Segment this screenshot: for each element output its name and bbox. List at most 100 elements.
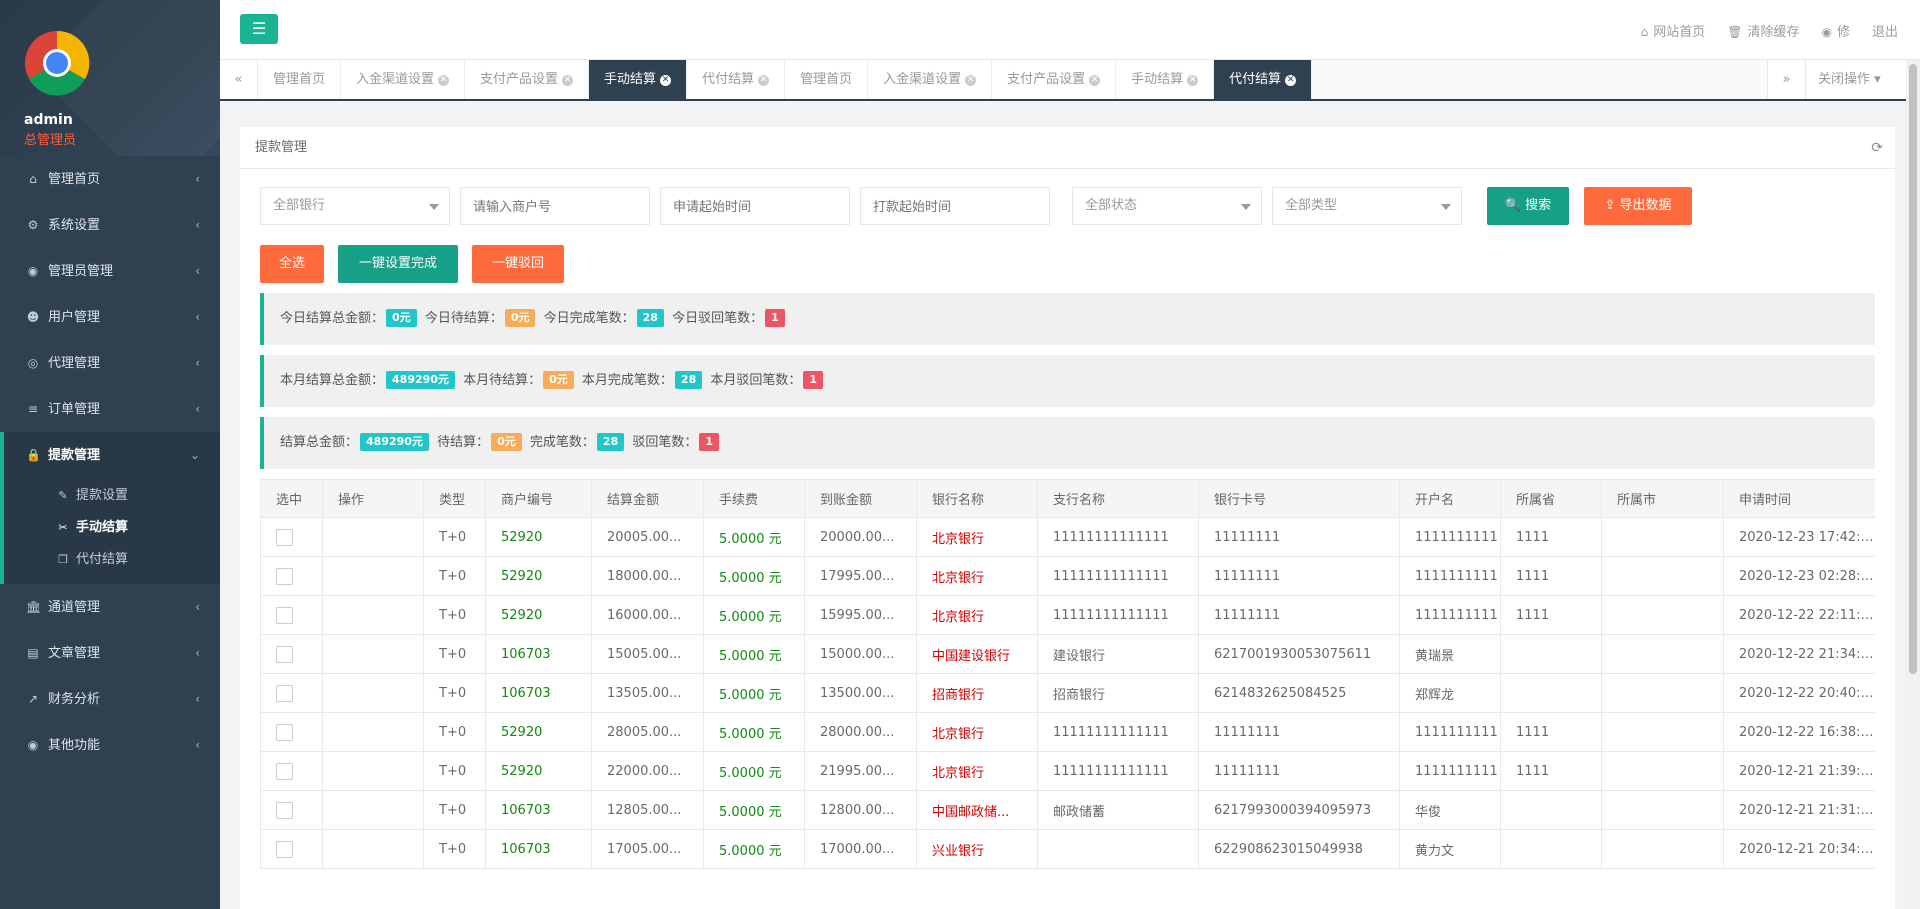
table-row[interactable]: T+0 106703 13505.00... 5.0000 元 13500.00... 招… (260, 673, 1875, 713)
clone-icon: ❐ (58, 553, 68, 566)
clear-cache-link[interactable]: 🗑 清除缓存 (1727, 21, 1799, 40)
sidebar-item-system-settings[interactable]: ⚙ 系统设置 ‹ (0, 202, 220, 248)
tab-payment-product-settings-2[interactable]: 支付产品设置 ✕ (992, 60, 1117, 99)
type-select[interactable]: 全部类型 (1272, 187, 1462, 225)
row-checkbox[interactable] (276, 645, 293, 663)
bank-select[interactable]: 全部银行 (260, 187, 450, 225)
cell-col-select[interactable] (260, 751, 323, 791)
tab-payment-product-settings[interactable]: 支付产品设置 ✕ (465, 60, 590, 99)
close-icon[interactable]: ✕ (1187, 75, 1199, 86)
row-checkbox[interactable] (276, 840, 293, 858)
table-row[interactable]: T+0 52920 28005.00... 5.0000 元 28000.00... 北京… (260, 712, 1875, 752)
sidebar-item-agent-management[interactable]: ◎ 代理管理 ‹ (0, 340, 220, 386)
sidebar-subitem-manual-settlement[interactable]: ✂ 手动结算 (4, 512, 220, 544)
close-icon[interactable]: ✕ (438, 75, 450, 86)
cell-col-select[interactable] (260, 556, 323, 596)
row-checkbox[interactable] (276, 606, 293, 624)
table-header-row: 选中 操作 类型 商户编号 结算金额 手续费 到账金额 银行名称 支行名称 银行卡号 开户名 所属省所… (260, 479, 1875, 518)
search-button[interactable]: 🔍 搜索 (1487, 187, 1569, 225)
close-icon[interactable]: ✕ (1089, 75, 1101, 86)
row-checkbox[interactable] (276, 528, 293, 546)
site-home-link[interactable]: ⌂ 网站首页 (1641, 21, 1706, 40)
tab-manual-settlement-2[interactable]: 手动结算 ✕ (1116, 60, 1215, 99)
type-select-value: 全部类型 (1285, 198, 1338, 213)
close-icon[interactable]: ✕ (758, 75, 770, 86)
cell-col-branch-name: 招商银行 (1037, 673, 1199, 713)
sidebar-item-channel-management[interactable]: 🏛 通道管理 ‹ (0, 584, 220, 630)
refresh-icon[interactable]: ⟳ (1871, 127, 1883, 169)
sidebar-item-user-management[interactable]: ☻ 用户管理 ‹ (0, 294, 220, 340)
table-row[interactable]: T+0 106703 15005.00... 5.0000 元 15000.00... 中… (260, 634, 1875, 674)
tab-label: 入金渠道设置 (883, 72, 962, 87)
payment-start-time-input[interactable] (860, 187, 1050, 225)
apply-start-time-input[interactable] (660, 187, 850, 225)
table-row[interactable]: T+0 52920 16000.00... 5.0000 元 15995.00... 北京… (260, 595, 1875, 635)
row-checkbox[interactable] (276, 723, 293, 741)
merchant-number-input[interactable] (460, 187, 650, 225)
row-checkbox[interactable] (276, 801, 293, 819)
sidebar-item-financial-analysis[interactable]: ↗ 财务分析 ‹ (0, 676, 220, 722)
table-row[interactable]: T+0 52920 22000.00... 5.0000 元 21995.00... 北京… (260, 751, 1875, 791)
trash-icon: 🗑 (1727, 24, 1743, 39)
cell-col-bank-name: 北京银行 (916, 751, 1038, 791)
cell-col-select[interactable] (260, 595, 323, 635)
tab-manual-settlement[interactable]: 手动结算 ✕ (589, 60, 688, 99)
cell-col-select[interactable] (260, 790, 323, 830)
tab-home-2[interactable]: 管理首页 (785, 60, 869, 99)
close-icon[interactable]: ✕ (660, 75, 672, 86)
sidebar-item-home[interactable]: ⌂ 管理首页 ‹ (0, 156, 220, 202)
chrome-logo-avatar[interactable] (24, 30, 90, 96)
search-button-label: 搜索 (1525, 198, 1552, 213)
cell-col-select[interactable] (260, 634, 323, 674)
table-row[interactable]: T+0 52920 20005.00... 5.0000 元 20000.00... 北京… (260, 517, 1875, 557)
tab-proxy-settlement-2[interactable]: 代付结算 ✕ (1214, 60, 1313, 99)
export-data-button[interactable]: ⇪ 导出数据 (1584, 187, 1692, 225)
tab-home[interactable]: 管理首页 (258, 60, 342, 99)
logout-link[interactable]: 退出 (1872, 21, 1898, 40)
cell-col-settle-amount: 15005.00... (591, 634, 704, 674)
cell-col-select[interactable] (260, 673, 323, 713)
cell-col-operation (322, 673, 424, 713)
reject-all-button[interactable]: 一键驳回 (472, 245, 564, 283)
close-icon[interactable]: ✕ (562, 75, 574, 86)
sidebar-subitem-proxy-settlement[interactable]: ❐ 代付结算 (4, 544, 220, 576)
tab-deposit-channel-settings-2[interactable]: 入金渠道设置 ✕ (868, 60, 993, 99)
select-all-button[interactable]: 全选 (260, 245, 324, 283)
close-icon[interactable]: ✕ (965, 75, 977, 86)
sidebar-subitem-withdraw-settings[interactable]: ✎ 提款设置 (4, 480, 220, 512)
cell-col-select[interactable] (260, 829, 323, 869)
tabs-scroll-right-button[interactable]: » (1767, 60, 1805, 99)
sidebar-item-admin-management[interactable]: ◉ 管理员管理 ‹ (0, 248, 220, 294)
tab-deposit-channel-settings[interactable]: 入金渠道设置 ✕ (341, 60, 466, 99)
top-links: ⌂ 网站首页 🗑 清除缓存 ◉ 修 退出 (1641, 0, 1920, 60)
sidebar-item-withdraw-management[interactable]: 🔒 提款管理 ⌄ (0, 432, 220, 478)
close-icon[interactable]: ✕ (1285, 75, 1297, 86)
row-checkbox[interactable] (276, 684, 293, 702)
sidebar-item-label: 通道管理 (48, 600, 101, 615)
cell-col-operation (322, 556, 424, 596)
cell-col-merchant-no: 52920 (485, 556, 592, 596)
menu-toggle-button[interactable]: ☰ (240, 14, 278, 44)
chevron-left-icon: ‹ (195, 402, 200, 416)
cell-col-select[interactable] (260, 517, 323, 557)
user-circle-icon: ◉ (27, 738, 39, 752)
table-row[interactable]: T+0 106703 12805.00... 5.0000 元 12800.00... 中… (260, 790, 1875, 830)
tab-proxy-settlement[interactable]: 代付结算 ✕ (687, 60, 786, 99)
row-checkbox[interactable] (276, 762, 293, 780)
page-scrollbar[interactable] (1906, 60, 1920, 909)
cell-col-account-name: 黄力文 (1399, 829, 1501, 869)
scrollbar-thumb[interactable] (1909, 64, 1917, 674)
set-complete-button[interactable]: 一键设置完成 (338, 245, 458, 283)
table-row[interactable]: T+0 106703 17005.00... 5.0000 元 17000.00... 兴… (260, 829, 1875, 869)
tabs-scroll-left-button[interactable]: « (220, 60, 258, 99)
cell-col-select[interactable] (260, 712, 323, 752)
table-row[interactable]: T+0 52920 18000.00... 5.0000 元 17995.00... 北京… (260, 556, 1875, 596)
sidebar-item-article-management[interactable]: ▤ 文章管理 ‹ (0, 630, 220, 676)
sidebar-item-other-functions[interactable]: ◉ 其他功能 ‹ (0, 722, 220, 768)
modify-link[interactable]: ◉ 修 (1821, 21, 1850, 40)
row-checkbox[interactable] (276, 567, 293, 585)
close-operations-dropdown[interactable]: 关闭操作 ▾ (1805, 60, 1920, 99)
sidebar-item-order-management[interactable]: ≡ 订单管理 ‹ (0, 386, 220, 432)
cell-col-apply-time: 2020-12-23 17:42:57 (1723, 517, 1875, 557)
status-select[interactable]: 全部状态 (1072, 187, 1262, 225)
